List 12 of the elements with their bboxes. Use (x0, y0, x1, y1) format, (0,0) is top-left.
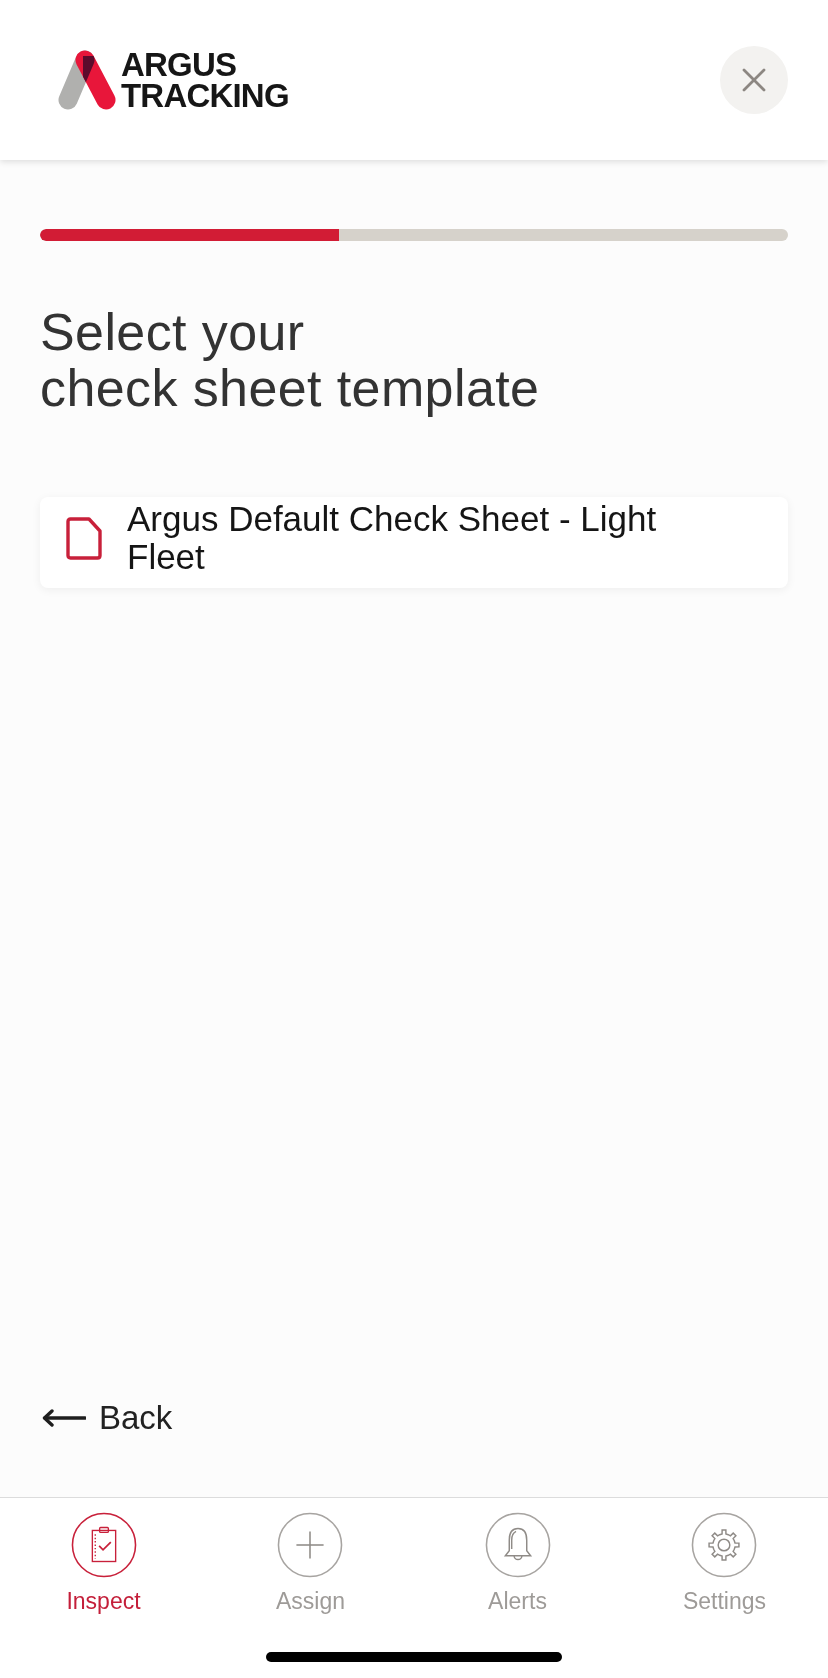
close-icon (742, 68, 766, 92)
gear-icon (691, 1512, 758, 1578)
nav-tab[interactable]: Inspect (66, 1512, 141, 1615)
left-arrow-icon (42, 1409, 86, 1427)
plus-icon (277, 1512, 344, 1578)
bell-icon (484, 1512, 551, 1578)
logo-wordmark: ARGUS TRACKING (121, 49, 289, 111)
clipboard-icon (70, 1512, 137, 1578)
template-option[interactable]: Argus Default Check Sheet - Light Fleet (40, 497, 788, 588)
back-link[interactable]: Back (40, 1398, 173, 1438)
page-title: Select your check sheet template (40, 304, 541, 416)
document-icon (66, 516, 102, 560)
